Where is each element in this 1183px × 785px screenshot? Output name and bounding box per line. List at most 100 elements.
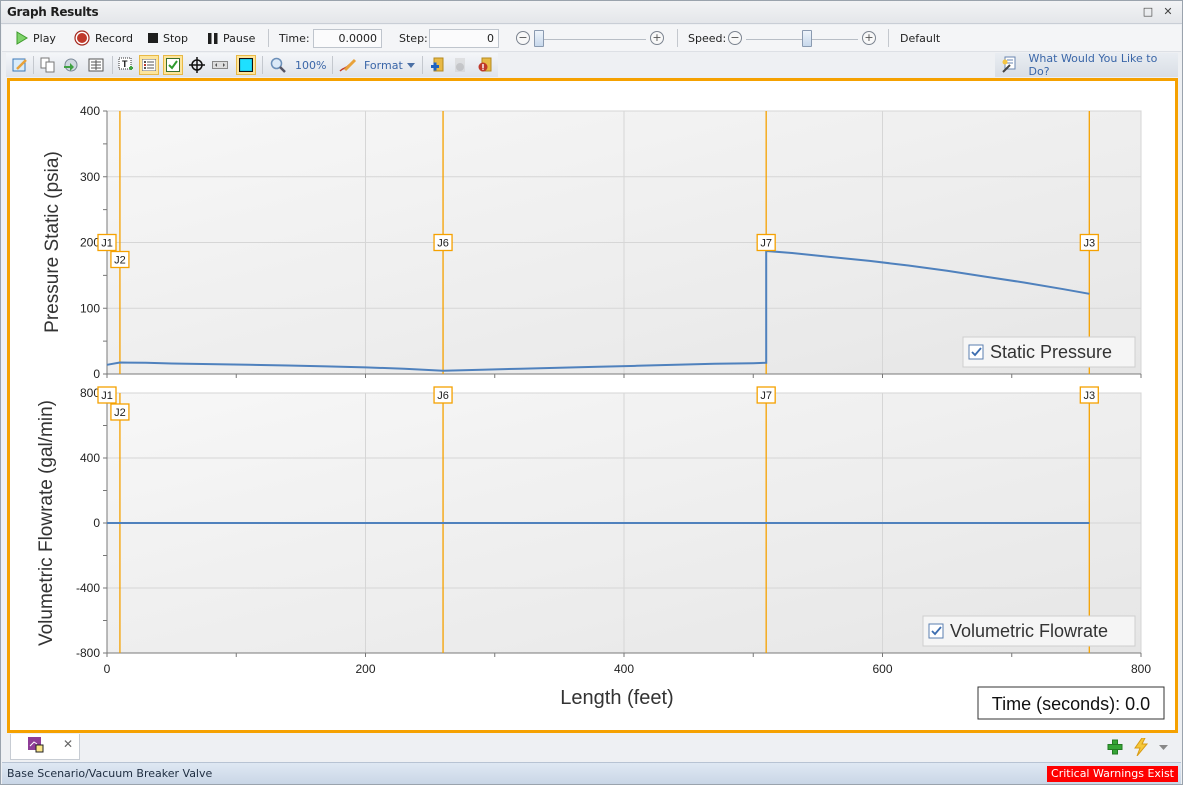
y-axis-title: Volumetric Flowrate (gal/min) <box>36 400 57 646</box>
graph-canvas[interactable]: 0100200300400Pressure Static (psia) J1J2J… <box>10 81 1175 730</box>
legend-checkbox[interactable] <box>968 344 984 360</box>
disabled-icon[interactable] <box>450 55 470 75</box>
background-color-icon[interactable] <box>236 55 256 75</box>
junction-label-j6: J6 <box>433 233 453 252</box>
time-slider[interactable] <box>534 39 646 40</box>
speed-decrease-button[interactable]: − <box>728 31 742 45</box>
speed-increase-button[interactable]: + <box>862 31 876 45</box>
document-tabs: ✕ <box>2 734 1181 762</box>
graph-area: 0 100 200 300 400 Pressure Static (psia) J1 J2 J… <box>7 78 1178 733</box>
y-tick-label: 0 <box>93 516 100 530</box>
scenario-path: Base Scenario/Vacuum Breaker Valve <box>7 767 213 780</box>
time-increase-button[interactable]: + <box>650 31 664 45</box>
junction-label-j6: J6 <box>433 386 453 404</box>
play-icon <box>16 31 28 45</box>
format-menu-button[interactable]: Format <box>364 59 403 72</box>
junction-label-j7: J7 <box>756 386 776 404</box>
chart-panel-1: 0 100 200 300 400 Pressure Static (psia) J1J2 J… <box>42 104 1142 381</box>
junction-label-text: J2 <box>114 407 126 419</box>
pause-icon <box>208 32 218 44</box>
junction-label-text: J7 <box>760 238 772 250</box>
separator <box>677 29 678 47</box>
tabs-dropdown-icon[interactable] <box>1159 745 1168 750</box>
window-title: Graph Results <box>7 5 99 19</box>
time-input[interactable] <box>313 29 382 48</box>
speed-label: Speed: <box>688 32 727 45</box>
x-tick-label: 200 <box>355 662 375 676</box>
y-tick-label: 200 <box>80 236 100 250</box>
x-tick-label: 400 <box>614 662 634 676</box>
add-text-icon[interactable]: T <box>116 55 136 75</box>
checkbox-box <box>928 623 944 639</box>
junction-label-text: J7 <box>760 390 772 402</box>
x-axis-title: Length (feet) <box>560 687 673 709</box>
x-tick-label: 0 <box>104 662 111 676</box>
y-tick-label: 100 <box>80 301 100 315</box>
y-axis-title: Pressure Static (psia) <box>42 151 63 333</box>
copy-icon[interactable] <box>38 55 58 75</box>
lightning-icon[interactable] <box>1133 738 1149 756</box>
junction-label-j1: J1 <box>97 233 117 252</box>
svg-text:T: T <box>122 59 128 69</box>
legend-icon[interactable] <box>139 55 159 75</box>
legend: Volumetric Flowrate <box>922 615 1136 647</box>
zoom-level[interactable]: 100% <box>295 59 326 72</box>
junction-label-text: J1 <box>101 238 113 250</box>
graph-document-tab[interactable]: ✕ <box>10 734 80 760</box>
junction-label-j2: J2 <box>110 403 130 421</box>
y-tick-label: 800 <box>80 386 100 400</box>
junction-label-j2: J2 <box>110 250 130 269</box>
step-label: Step: <box>399 32 428 45</box>
add-graph-icon[interactable] <box>1107 739 1123 755</box>
pause-button[interactable]: Pause <box>208 27 255 49</box>
x-tick-label: 600 <box>872 662 892 676</box>
play-label: Play <box>33 31 56 45</box>
time-decrease-button[interactable]: − <box>516 31 530 45</box>
warning-icon[interactable] <box>475 55 495 75</box>
scrollbar-icon[interactable] <box>210 55 230 75</box>
add-junction-icon[interactable] <box>427 55 447 75</box>
close-tab-button[interactable]: ✕ <box>63 737 73 751</box>
y-tick-label: 0 <box>93 367 100 381</box>
zoom-icon[interactable] <box>268 55 288 75</box>
junction-label-j7: J7 <box>756 233 776 252</box>
checkbox-box <box>968 344 984 360</box>
time-slider-thumb[interactable] <box>534 30 544 47</box>
crosshair-icon[interactable] <box>187 55 207 75</box>
graph-toolbar: T 100% Format What Would You Like to Do? <box>2 52 1181 78</box>
separator <box>422 56 423 74</box>
y-tick-label: -800 <box>76 646 100 660</box>
critical-warnings-badge[interactable]: Critical Warnings Exist <box>1047 766 1178 782</box>
y-tick-label: 400 <box>80 104 100 118</box>
separator <box>332 56 333 74</box>
separator <box>888 29 889 47</box>
wizard-icon <box>1002 56 1016 73</box>
time-label: Time: <box>279 32 310 45</box>
step-input[interactable] <box>429 29 499 48</box>
y-tick-label: 300 <box>80 170 100 184</box>
what-would-you-like-button[interactable]: What Would You Like to Do? <box>995 52 1178 78</box>
edit-graph-icon[interactable] <box>10 55 30 75</box>
format-icon[interactable] <box>338 55 358 75</box>
speed-slider-thumb[interactable] <box>802 30 813 47</box>
graph-results-window: Graph Results □ ✕ Play Record Stop Pause… <box>0 0 1183 785</box>
chart-panel-2: 0 200 400 600 800 -800 -400 0 400 800 Volumetric F… <box>36 386 1151 676</box>
y-tick-label: 400 <box>80 451 100 465</box>
stop-button[interactable]: Stop <box>148 27 188 49</box>
speed-default-button[interactable]: Default <box>900 32 940 45</box>
export-icon[interactable] <box>60 55 80 75</box>
format-dropdown-icon[interactable] <box>407 63 415 68</box>
separator <box>33 56 34 74</box>
legend-checkbox[interactable] <box>928 623 944 639</box>
table-view-icon[interactable] <box>86 55 106 75</box>
what-would-you-like-label: What Would You Like to Do? <box>1028 52 1158 78</box>
y-tick-label: -400 <box>76 581 100 595</box>
restore-button[interactable]: □ <box>1141 5 1155 19</box>
legend: Static Pressure <box>962 336 1136 368</box>
checkbox-icon[interactable] <box>163 55 183 75</box>
junction-label-j3: J3 <box>1079 386 1099 404</box>
play-button[interactable]: Play <box>16 27 56 49</box>
close-button[interactable]: ✕ <box>1161 5 1175 19</box>
stop-icon <box>148 33 158 43</box>
record-button[interactable]: Record <box>74 27 133 49</box>
